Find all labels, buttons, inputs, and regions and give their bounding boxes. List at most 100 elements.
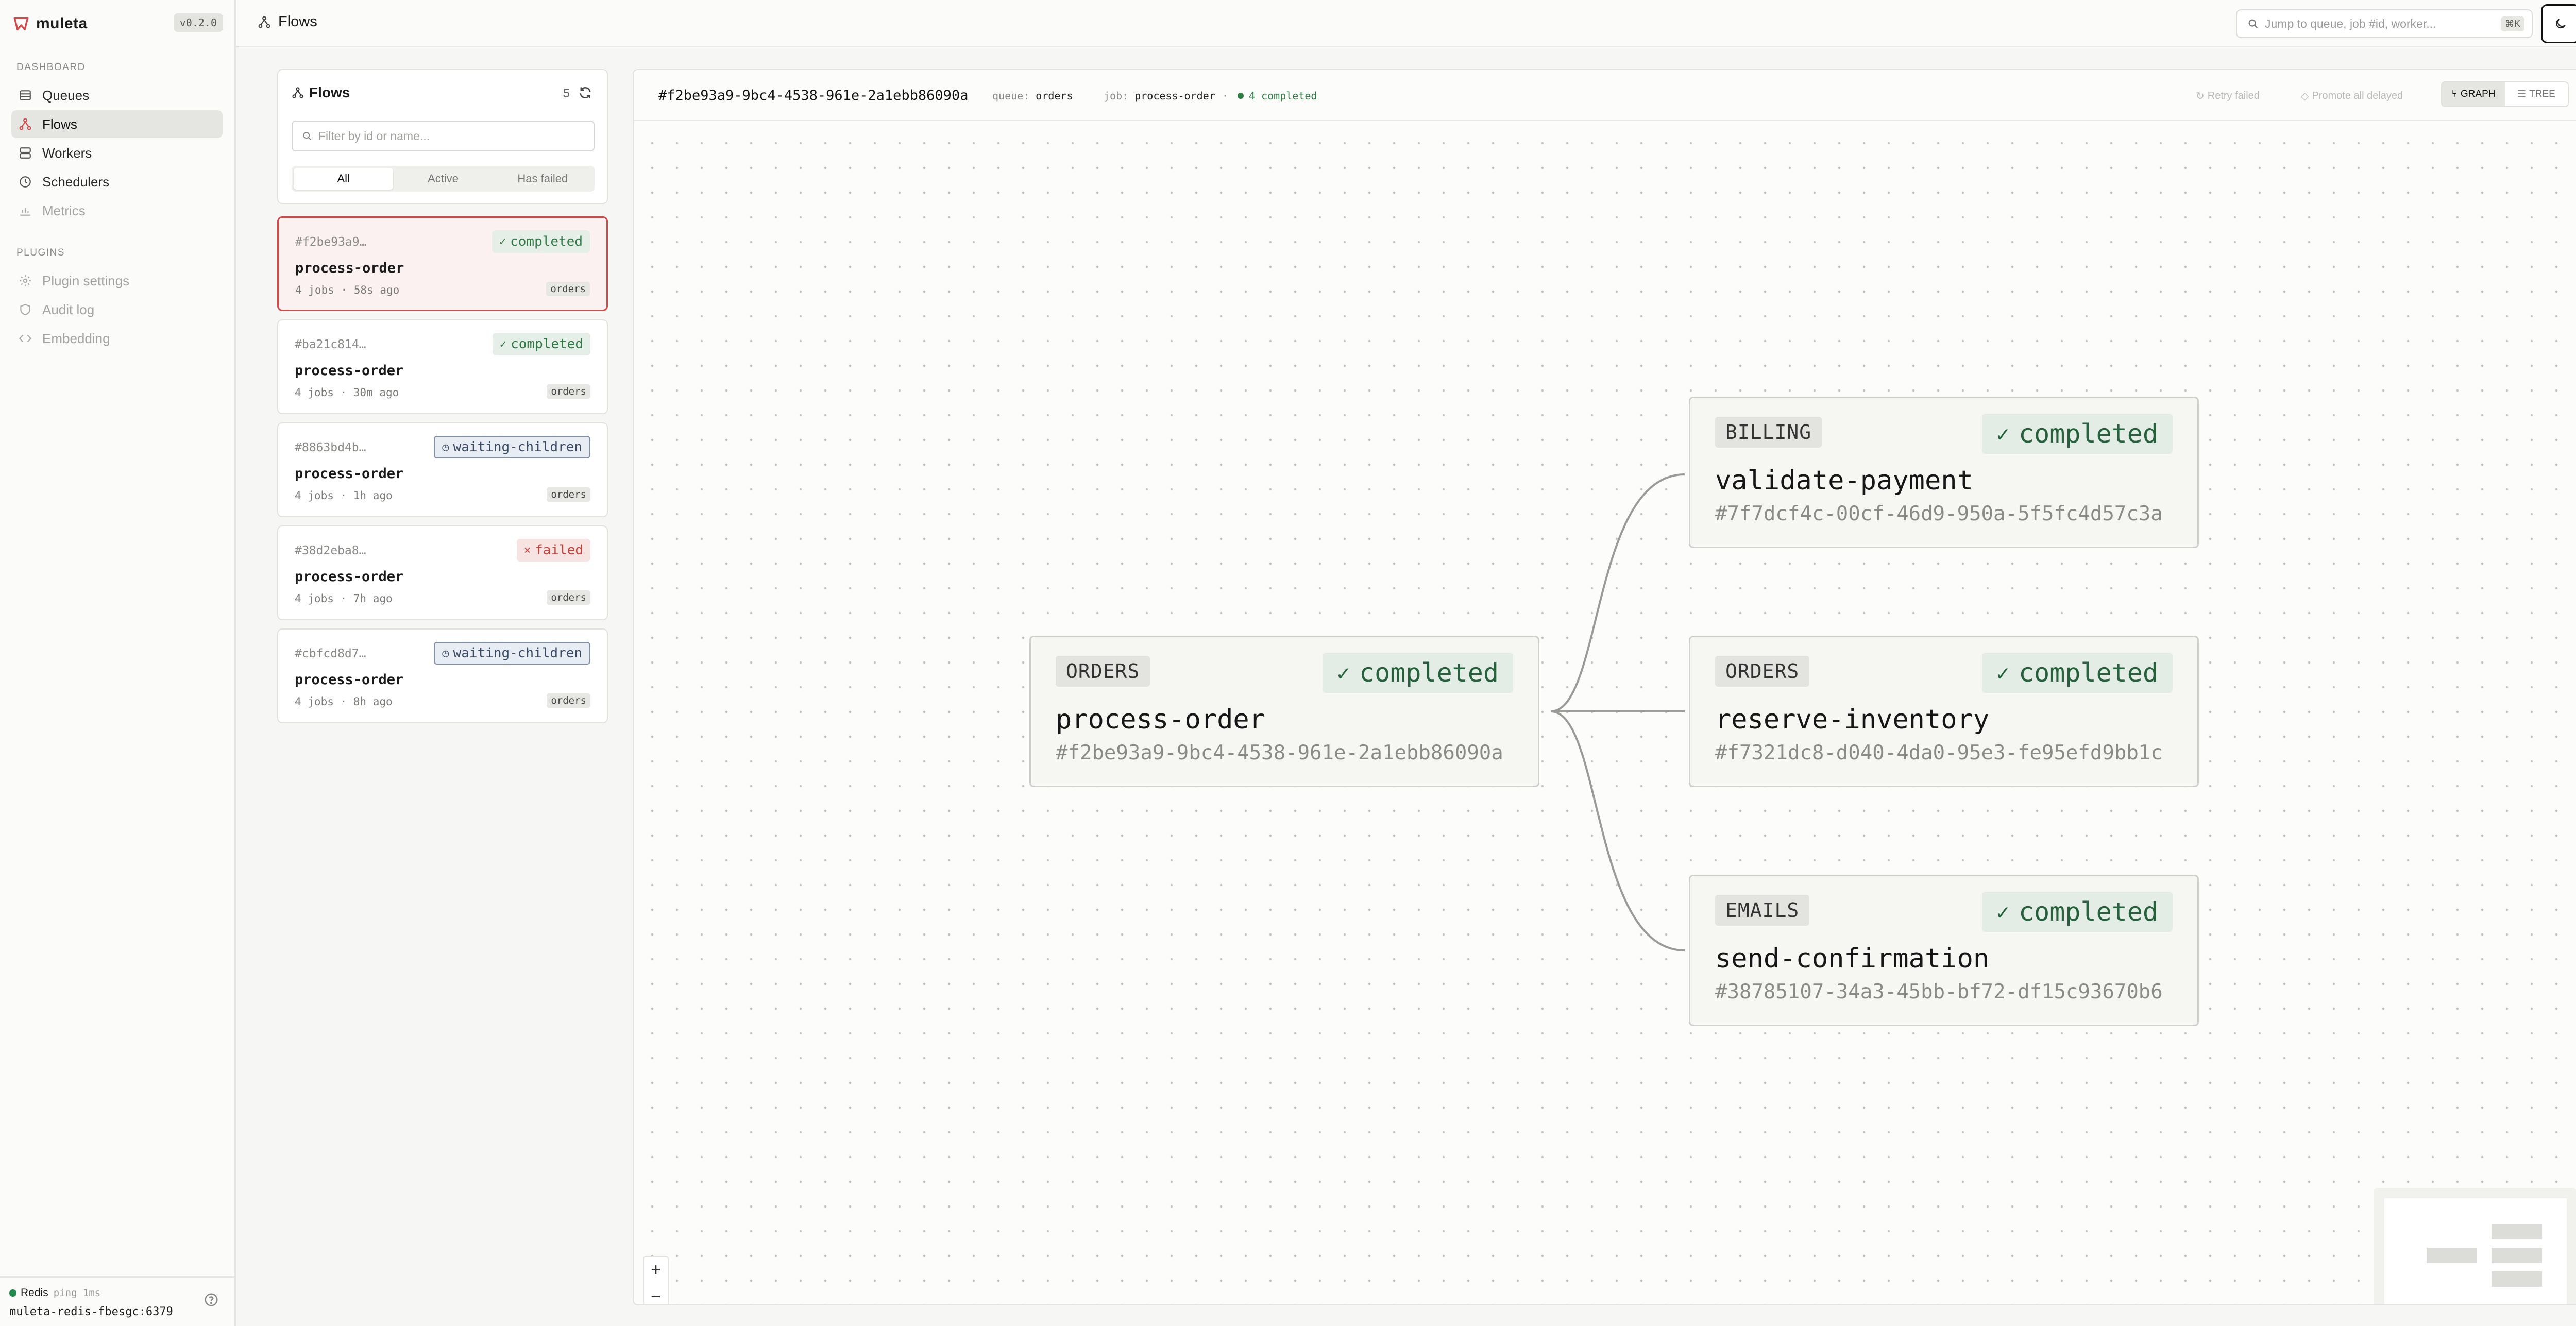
- tab-active[interactable]: Active: [393, 168, 493, 190]
- flow-detail-panel: #f2be93a9-9bc4-4538-961e-2a1ebb86090a qu…: [633, 69, 2576, 1305]
- zoom-in-button[interactable]: +: [644, 1257, 668, 1283]
- node-status-badge: ✓ completed: [1981, 892, 2173, 932]
- status-badge: ✓ completed: [492, 333, 590, 355]
- check-icon: ✓: [1336, 660, 1350, 686]
- retry-icon: ↻: [2196, 91, 2205, 102]
- job-meta: job: process-order: [1104, 90, 1215, 102]
- node-job-id: #7f7dcf4c-00cf-46d9-950a-5f5fc4d57c3a: [1715, 502, 2163, 525]
- brand[interactable]: muleta: [12, 13, 88, 34]
- queue-meta-label: queue:: [992, 90, 1030, 102]
- tab-graph-label: GRAPH: [2460, 89, 2496, 99]
- sidebar-item-label: Metrics: [42, 202, 86, 218]
- tab-has-failed[interactable]: Has failed: [493, 168, 592, 190]
- flow-meta: 4 jobs · 7h ago: [295, 592, 393, 605]
- sidebar-item-flows[interactable]: Flows: [11, 110, 223, 138]
- flow-name: process-order: [295, 466, 404, 482]
- flows-icon: [258, 15, 278, 29]
- gear-icon: [18, 273, 33, 288]
- refresh-icon[interactable]: [578, 86, 594, 101]
- check-icon: ✓: [499, 337, 507, 351]
- tab-graph[interactable]: ⑂ GRAPH: [2442, 82, 2505, 106]
- minimap[interactable]: [2374, 1188, 2576, 1304]
- retry-failed-button[interactable]: ↻ Retry failed: [2196, 90, 2260, 103]
- status-text: completed: [510, 234, 583, 249]
- separator-dot: ·: [1222, 90, 1229, 102]
- flow-meta: 4 jobs · 8h ago: [295, 695, 393, 708]
- search-input[interactable]: [2264, 16, 2487, 31]
- node-status-text: completed: [2019, 658, 2158, 688]
- sidebar-item-queues[interactable]: Queues: [11, 81, 223, 109]
- app-name: muleta: [36, 15, 88, 32]
- flow-node-parent[interactable]: ORDERS ✓ completed process-order #f2be93a…: [1029, 636, 1539, 787]
- status-text: waiting-children: [453, 645, 582, 661]
- sidebar-item-embedding[interactable]: Embedding: [11, 325, 223, 352]
- tab-tree[interactable]: ☰ TREE: [2505, 82, 2568, 106]
- promote-delayed-button[interactable]: ◇ Promote all delayed: [2301, 90, 2403, 103]
- redis-label: Redis: [21, 1287, 48, 1299]
- metrics-icon: [18, 203, 33, 218]
- promote-icon: ◇: [2301, 91, 2309, 102]
- status-text: completed: [511, 336, 583, 352]
- panel-title-text: Flows: [309, 84, 350, 100]
- flow-list-item[interactable]: #8863bd4b… ◷ waiting-children process-ord…: [277, 422, 608, 517]
- flow-node-child[interactable]: BILLING ✓ completed validate-payment #7f7…: [1689, 397, 2199, 548]
- sidebar-item-schedulers[interactable]: Schedulers: [11, 168, 223, 196]
- node-queue-badge: EMAILS: [1715, 895, 1810, 926]
- global-search[interactable]: ⌘K: [2236, 9, 2533, 38]
- flows-count: 5: [563, 87, 570, 100]
- queue-badge: orders: [547, 384, 590, 399]
- flow-meta: 4 jobs · 58s ago: [295, 284, 400, 296]
- search-icon: [2247, 18, 2259, 29]
- clock-icon: ◷: [442, 647, 449, 660]
- moon-icon: [2554, 17, 2567, 30]
- flow-detail-header: #f2be93a9-9bc4-4538-961e-2a1ebb86090a qu…: [634, 70, 2576, 121]
- flow-node-child[interactable]: EMAILS ✓ completed send-confirmation #387…: [1689, 875, 2199, 1026]
- flows-panel: Flows 5 All Active Has failed: [277, 69, 608, 204]
- status-badge: × failed: [516, 539, 590, 562]
- flow-list-item[interactable]: #cbfcd8d7… ◷ waiting-children process-ord…: [277, 628, 608, 723]
- search-icon: [302, 131, 312, 141]
- minimap-node: [2492, 1248, 2542, 1263]
- node-job-id: #f2be93a9-9bc4-4538-961e-2a1ebb86090a: [1056, 741, 1503, 764]
- check-icon: ✓: [499, 235, 506, 248]
- node-status-text: completed: [2019, 897, 2158, 927]
- redis-status: Redis ping 1ms: [9, 1287, 100, 1299]
- zoom-out-button[interactable]: −: [644, 1284, 668, 1305]
- node-status-badge: ✓ completed: [1981, 414, 2173, 454]
- flow-status-summary: 4 completed: [1238, 90, 1317, 102]
- node-job-name: validate-payment: [1715, 465, 1973, 496]
- edge-send-confirmation: [1550, 710, 1685, 951]
- node-status-text: completed: [2019, 419, 2158, 449]
- help-icon[interactable]: [204, 1292, 219, 1307]
- sidebar-item-plugin-settings[interactable]: Plugin settings: [11, 267, 223, 295]
- filter-input[interactable]: [317, 128, 587, 144]
- separator-dot: ·: [1066, 90, 1073, 102]
- sidebar-item-metrics[interactable]: Metrics: [11, 197, 223, 225]
- flow-list-item[interactable]: #38d2eba8… × failed process-order 4 jobs …: [277, 525, 608, 620]
- theme-toggle-button[interactable]: [2541, 4, 2576, 43]
- flow-list-item[interactable]: #ba21c814… ✓ completed process-order 4 jo…: [277, 319, 608, 414]
- check-icon: ✓: [1996, 899, 2010, 925]
- tab-all[interactable]: All: [294, 168, 394, 190]
- node-job-name: reserve-inventory: [1715, 704, 1990, 735]
- view-mode-toggle: ⑂ GRAPH ☰ TREE: [2441, 81, 2569, 107]
- flow-node-child[interactable]: ORDERS ✓ completed reserve-inventory #f73…: [1689, 636, 2199, 787]
- flow-filter[interactable]: [292, 121, 595, 151]
- node-queue-badge: ORDERS: [1715, 656, 1810, 687]
- promote-delayed-label: Promote all delayed: [2312, 90, 2403, 101]
- flow-list-item[interactable]: #f2be93a9… ✓ completed process-order 4 jo…: [277, 216, 608, 311]
- node-queue-badge: BILLING: [1715, 417, 1822, 448]
- job-meta-value: process-order: [1134, 90, 1215, 102]
- graph-icon: ⑂: [2451, 89, 2458, 99]
- status-badge: ◷ waiting-children: [434, 642, 590, 665]
- minimap-node: [2427, 1248, 2477, 1263]
- sidebar-item-audit-log[interactable]: Audit log: [11, 296, 223, 324]
- graph-canvas[interactable]: ORDERS ✓ completed process-order #f2be93a…: [634, 121, 2576, 1305]
- tree-icon: ☰: [2517, 89, 2527, 100]
- sidebar-item-label: Flows: [42, 116, 77, 132]
- node-job-id: #f7321dc8-d040-4da0-95e3-fe95efd9bb1c: [1715, 741, 2163, 764]
- sidebar-item-workers[interactable]: Workers: [11, 139, 223, 167]
- flow-name: process-order: [295, 672, 404, 688]
- job-meta-label: job:: [1104, 90, 1129, 102]
- clock-icon: [18, 174, 33, 190]
